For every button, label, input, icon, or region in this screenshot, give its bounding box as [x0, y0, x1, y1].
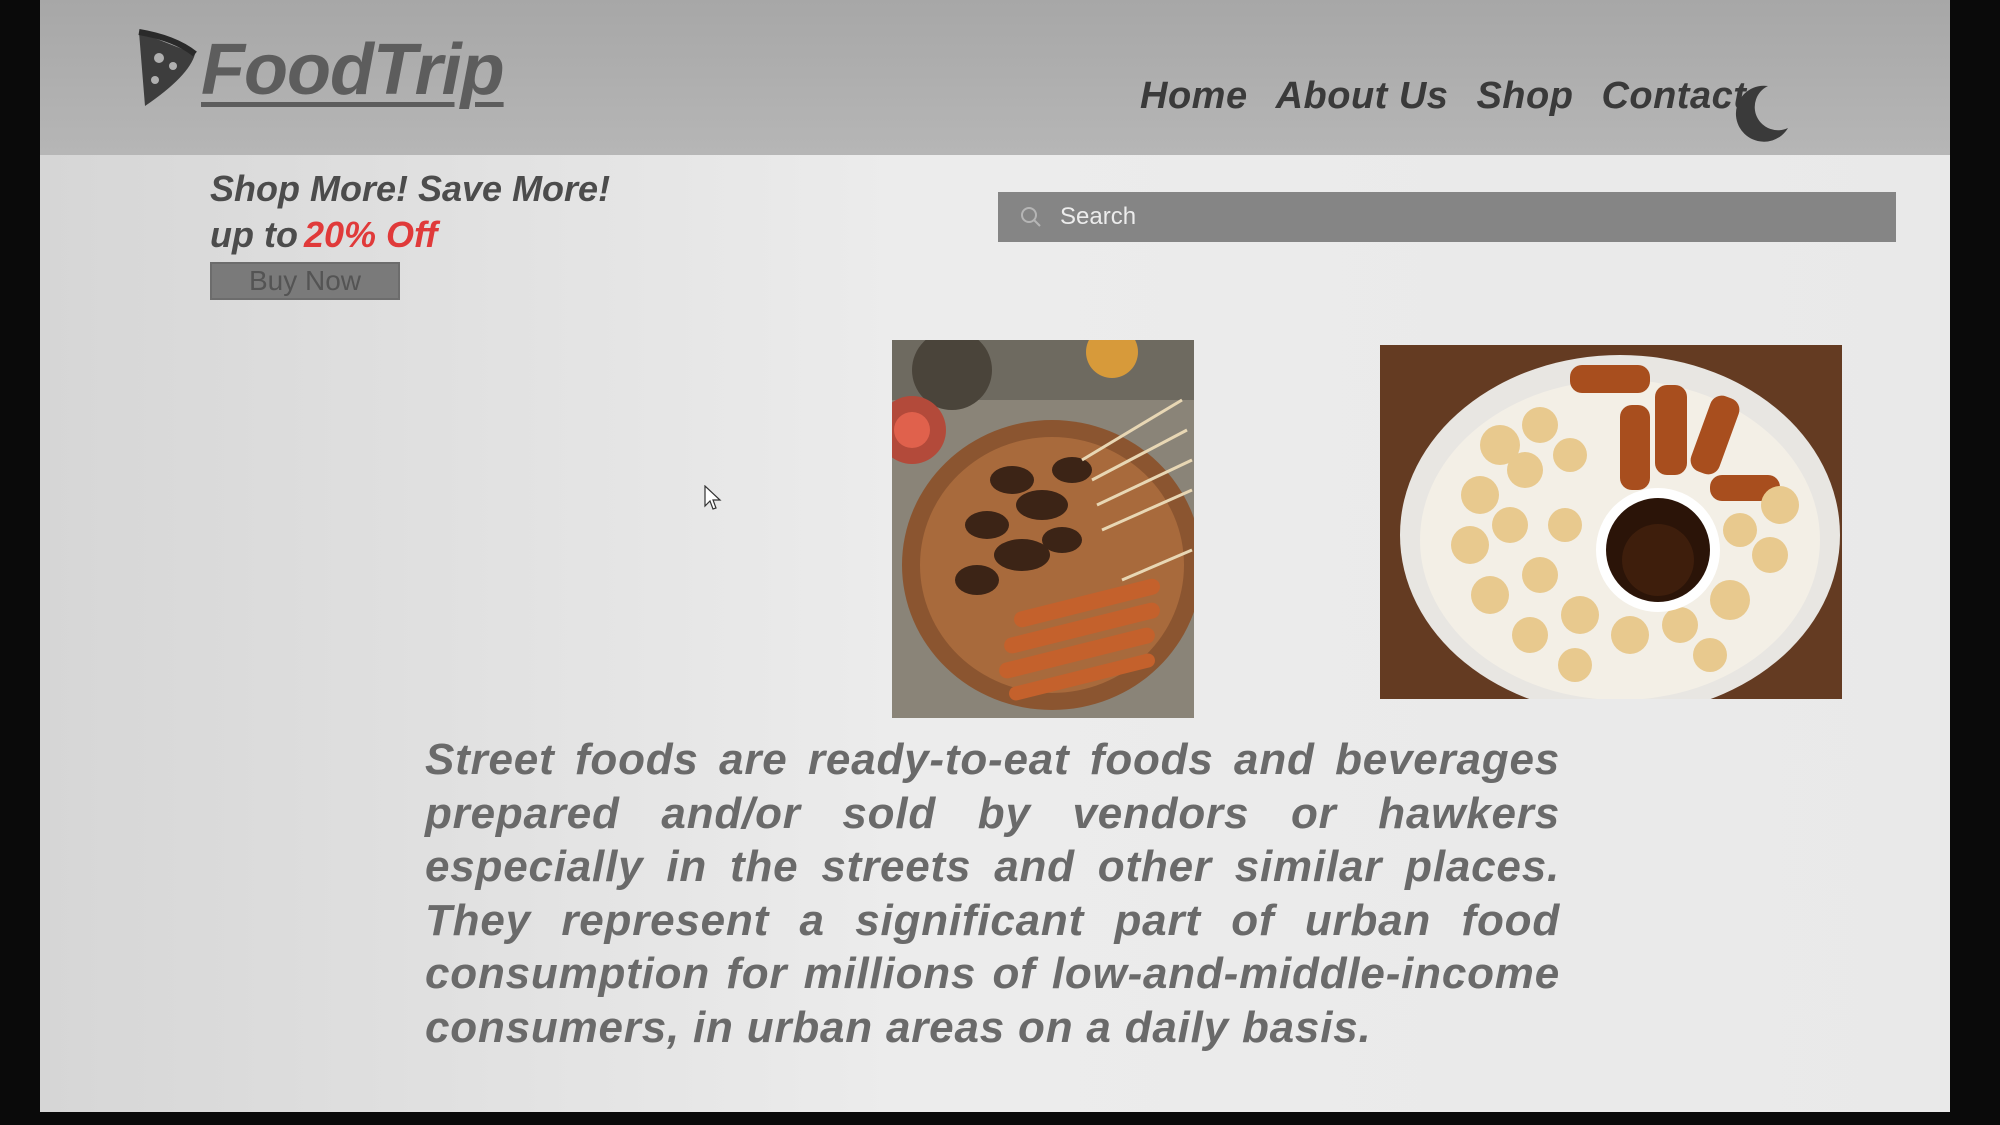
moon-icon[interactable]: [1730, 82, 1792, 144]
promo-subline: up to 20% Off: [210, 214, 610, 256]
mouse-cursor-icon: [704, 485, 722, 510]
street-food-description: Street foods are ready-to-eat foods and …: [425, 735, 1560, 1052]
nav-home[interactable]: Home: [1140, 75, 1248, 118]
pizza-slice-icon: [138, 29, 197, 106]
nav-about-us[interactable]: About Us: [1276, 75, 1449, 118]
nav-contact[interactable]: Contact: [1601, 75, 1746, 118]
promo-headline: Shop More! Save More!: [210, 168, 611, 209]
brand-logo[interactable]: FoodTrip: [135, 28, 505, 112]
browser-viewport: FoodTrip Home About Us Shop Contact Shop…: [40, 0, 1950, 1112]
food-image-skewers: [892, 340, 1194, 718]
buy-now-button[interactable]: Buy Now: [210, 262, 400, 300]
brand-name: FoodTrip: [201, 30, 505, 110]
food-image-fishballs: [1380, 345, 1842, 699]
search-icon: [1021, 207, 1041, 227]
nav-shop[interactable]: Shop: [1476, 75, 1573, 118]
search-input[interactable]: [1058, 202, 1862, 232]
search-bar[interactable]: [998, 192, 1896, 242]
promo-discount: 20% Off: [303, 214, 438, 255]
main-nav: Home About Us Shop Contact: [1140, 75, 1774, 118]
site-header: FoodTrip Home About Us Shop Contact: [40, 0, 1950, 155]
promo-prefix: up to: [210, 214, 298, 255]
promo-banner: Shop More! Save More! up to 20% Off Buy N…: [210, 168, 610, 300]
